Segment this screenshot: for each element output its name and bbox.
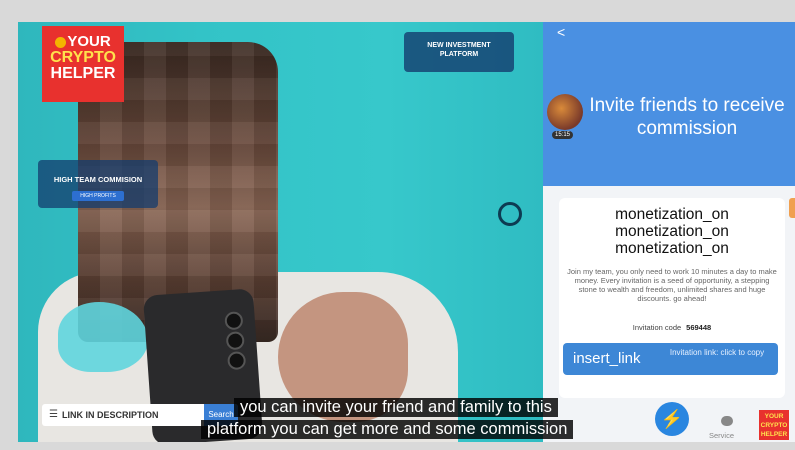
avatar-time: 15:15 xyxy=(552,131,574,139)
camera-lens-icon xyxy=(224,311,244,331)
card-title-line2: PLATFORM xyxy=(439,51,479,58)
side-tab[interactable] xyxy=(789,198,795,218)
subtitle-line1: you can invite your friend and family to… xyxy=(234,398,558,417)
menu-icon: ☰ xyxy=(49,409,58,420)
invitation-code-value[interactable]: 569448 xyxy=(686,323,711,332)
camera-lens-icon xyxy=(225,331,245,351)
card-badge: HIGH PROFITS xyxy=(72,191,124,201)
logo-line1: YOUR xyxy=(67,33,111,50)
invitation-code-row: Invitation code 569448 xyxy=(559,323,785,332)
coin-icon xyxy=(55,36,67,48)
back-icon[interactable]: < xyxy=(557,24,565,40)
card-title-line1: NEW INVESTMENT xyxy=(427,42,491,49)
subtitle-line2: platform you can get more and some commi… xyxy=(201,420,574,439)
lightning-icon[interactable]: ⚡ xyxy=(655,402,689,436)
camera-lens-icon xyxy=(227,351,247,371)
app-screen: < Invite friends to receive commission 1… xyxy=(543,22,795,442)
app-header: < Invite friends to receive commission 1… xyxy=(543,22,795,186)
invite-description: Join my team, you only need to work 10 m… xyxy=(567,267,777,303)
high-team-commission-card: HIGH TEAM COMMISION HIGH PROFITS xyxy=(38,160,158,208)
search-bar-label: LINK IN DESCRIPTION xyxy=(62,410,159,420)
new-investment-card: NEW INVESTMENT PLATFORM xyxy=(404,32,514,72)
insert-link-icon: insert_link xyxy=(573,350,641,367)
invite-card: monetization_on monetization_on monetiza… xyxy=(559,198,785,398)
logo-line2: CRYPTO xyxy=(50,49,116,66)
copy-link-label: Invitation link: click to copy xyxy=(669,348,765,357)
logo-line3: HELPER xyxy=(50,65,116,82)
mini-channel-logo: YOUR CRYPTO HELPER xyxy=(759,410,789,440)
copy-link-button[interactable]: insert_link Invitation link: click to co… xyxy=(563,343,778,375)
target-icon xyxy=(498,202,522,226)
card-title: HIGH TEAM COMMISION xyxy=(53,175,143,184)
service-nav-label[interactable]: Service xyxy=(709,431,734,440)
channel-logo: YOUR CRYPTO HELPER xyxy=(42,26,124,102)
monetization-icon: monetization_on xyxy=(615,206,729,223)
video-background: YOUR CRYPTO HELPER HIGH TEAM COMMISION H… xyxy=(18,22,543,442)
monetization-icon: monetization_on xyxy=(615,240,729,257)
video-frame: YOUR CRYPTO HELPER HIGH TEAM COMMISION H… xyxy=(18,22,795,442)
page-title: Invite friends to receive commission xyxy=(589,95,785,139)
monetization-icon: monetization_on xyxy=(615,223,729,240)
chat-icon xyxy=(721,416,733,426)
avatar xyxy=(547,94,583,130)
invitation-code-label: Invitation code xyxy=(632,323,682,332)
